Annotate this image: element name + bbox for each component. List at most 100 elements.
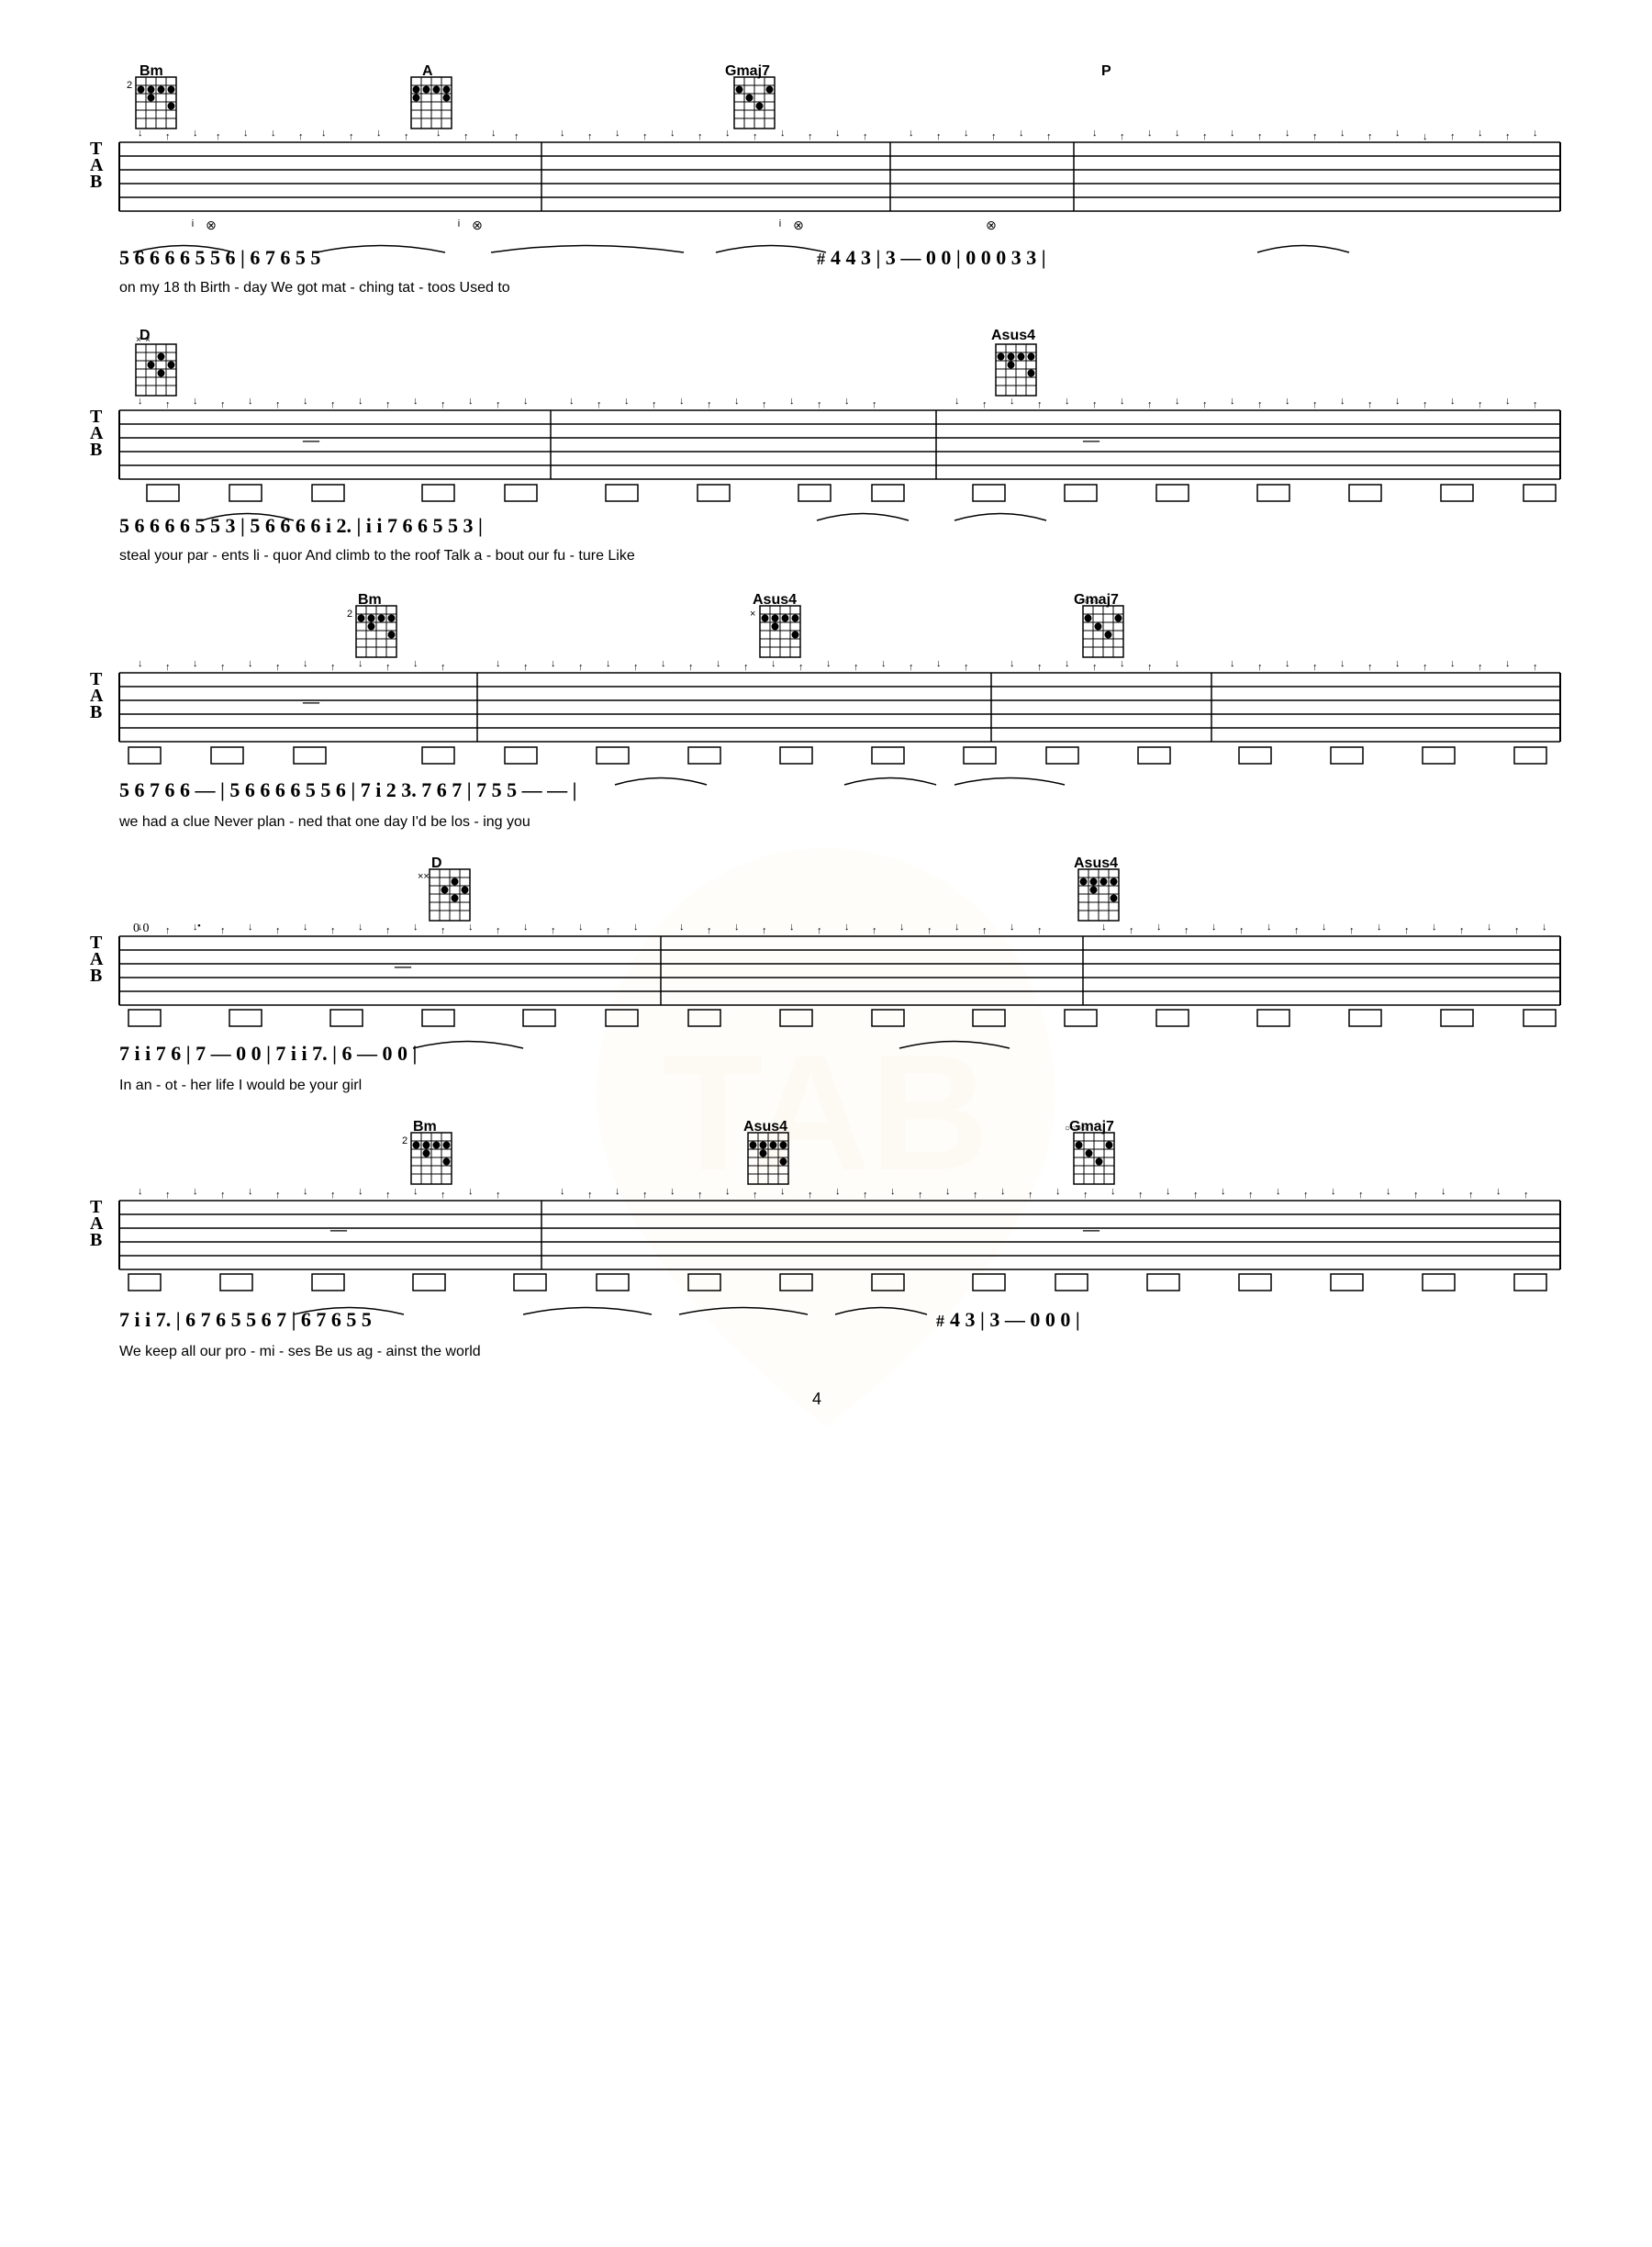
svg-text:↓: ↓ [1533, 128, 1538, 139]
bracket-4-15 [1441, 1010, 1473, 1026]
svg-text:↑: ↑ [1533, 662, 1538, 673]
svg-text:↓: ↓ [1542, 922, 1547, 933]
bracket-3-6 [597, 747, 629, 764]
svg-text:↓: ↓ [1331, 1186, 1336, 1197]
svg-text:↑: ↑ [441, 662, 446, 673]
lyrics-2: steal your par - ents li - quor And clim… [119, 548, 635, 564]
bracket-3-13 [1239, 747, 1271, 764]
bracket-4-14 [1349, 1010, 1381, 1026]
bracket-5-5 [514, 1274, 546, 1291]
svg-text:↑: ↑ [1312, 662, 1318, 673]
svg-text:↑: ↑ [808, 131, 813, 142]
tie-4-2 [899, 1042, 1010, 1049]
svg-text:↓: ↓ [138, 128, 143, 139]
svg-text:4 3 | 3 — 0 0 0 |: 4 3 | 3 — 0 0 0 | [950, 1308, 1080, 1331]
bracket-2-2 [229, 485, 262, 501]
svg-text:↓: ↓ [303, 922, 308, 933]
bracket-2-7 [698, 485, 730, 501]
svg-text:↓: ↓ [1230, 128, 1235, 139]
notes-line-2: 5 6 6 6 6 5 5 3 | 5 6 6 6 6 i 2. | i i 7… [119, 514, 483, 537]
bracket-3-1 [128, 747, 161, 764]
svg-text:↑: ↑ [1257, 399, 1263, 410]
bracket-3-14 [1331, 747, 1363, 764]
svg-text:↑: ↑ [688, 662, 694, 673]
svg-text:↓: ↓ [844, 396, 850, 407]
svg-text:↓: ↓ [1010, 396, 1015, 407]
bracket-4-2 [229, 1010, 262, 1026]
svg-text:↓: ↓ [413, 396, 419, 407]
svg-text:↓: ↓ [615, 1186, 620, 1197]
svg-text:↓: ↓ [1092, 128, 1098, 139]
svg-text:↑: ↑ [275, 925, 281, 936]
svg-text:↓: ↓ [881, 658, 887, 669]
svg-text:↑: ↑ [1358, 1190, 1364, 1201]
svg-text:×: × [136, 335, 141, 345]
svg-text:↓: ↓ [624, 396, 630, 407]
svg-text:↑: ↑ [216, 131, 221, 142]
svg-text:↓: ↓ [193, 128, 198, 139]
bracket-5-4 [413, 1274, 445, 1291]
svg-text:↑: ↑ [441, 925, 446, 936]
svg-text:↓: ↓ [1101, 922, 1107, 933]
svg-text:↑: ↑ [298, 131, 304, 142]
svg-text:↑: ↑ [1083, 1190, 1088, 1201]
svg-text:↑: ↑ [762, 925, 767, 936]
bracket-5-12 [1147, 1274, 1179, 1291]
svg-text:↓: ↓ [578, 922, 584, 933]
bracket-3-2 [211, 747, 243, 764]
svg-text:↓: ↓ [606, 658, 611, 669]
svg-text:↓: ↓ [1340, 658, 1345, 669]
music-score: Bm 2 A [73, 37, 1579, 2130]
svg-text:↓: ↓ [468, 396, 474, 407]
svg-text:↓: ↓ [1285, 396, 1290, 407]
tab-b-2: B [90, 440, 102, 460]
bracket-2-8 [798, 485, 831, 501]
notes-line-5: 7 i i 7. | 6 7 6 5 5 6 7 | 6 7 6 5 5 [119, 1308, 372, 1331]
svg-text:↑: ↑ [1478, 662, 1483, 673]
bracket-2-14 [1349, 485, 1381, 501]
svg-text:↑: ↑ [817, 399, 822, 410]
svg-text:↓: ↓ [679, 922, 685, 933]
svg-text:↓: ↓ [771, 658, 776, 669]
svg-text:↓: ↓ [1505, 396, 1511, 407]
svg-text:↑: ↑ [973, 1190, 978, 1201]
svg-text:↓: ↓ [780, 1186, 786, 1197]
svg-text:↑: ↑ [1037, 662, 1043, 673]
svg-text:↓: ↓ [1432, 922, 1437, 933]
svg-text:↓: ↓ [1386, 1186, 1391, 1197]
svg-text:↑: ↑ [1202, 399, 1208, 410]
svg-text:i: i [192, 218, 194, 229]
bracket-2-13 [1257, 485, 1289, 501]
svg-text:↑: ↑ [1533, 399, 1538, 410]
svg-text:↑: ↑ [1468, 1190, 1474, 1201]
bracket-5-15 [1423, 1274, 1455, 1291]
svg-text:↓: ↓ [835, 1186, 841, 1197]
svg-text:↑: ↑ [642, 1190, 648, 1201]
svg-text:↓: ↓ [1175, 396, 1180, 407]
svg-text:↓: ↓ [491, 128, 497, 139]
svg-text:↓: ↓ [138, 396, 143, 407]
svg-text:↓: ↓ [945, 1186, 951, 1197]
svg-text:↑: ↑ [753, 131, 758, 142]
svg-text:↑: ↑ [798, 662, 804, 673]
lyrics-4: In an - ot - her life I would be your gi… [119, 1078, 362, 1093]
svg-text:↑: ↑ [1239, 925, 1245, 936]
svg-text:↓: ↓ [954, 922, 960, 933]
bracket-3-12 [1138, 747, 1170, 764]
svg-text:↑: ↑ [698, 1190, 703, 1201]
svg-text:↑: ↑ [642, 131, 648, 142]
svg-text:↓: ↓ [789, 922, 795, 933]
svg-text:↓: ↓ [1065, 658, 1070, 669]
svg-text:↑: ↑ [165, 1190, 171, 1201]
svg-text:↑: ↑ [1046, 131, 1052, 142]
svg-text:↑: ↑ [551, 925, 556, 936]
svg-text:↓: ↓ [1175, 658, 1180, 669]
bracket-4-1 [128, 1010, 161, 1026]
svg-text:↑: ↑ [349, 131, 354, 142]
bracket-3-3 [294, 747, 326, 764]
svg-text:↑: ↑ [863, 131, 868, 142]
svg-text:↓: ↓ [560, 1186, 565, 1197]
svg-text:↑: ↑ [496, 925, 501, 936]
bracket-5-16 [1514, 1274, 1546, 1291]
bracket-4-12 [1156, 1010, 1189, 1026]
